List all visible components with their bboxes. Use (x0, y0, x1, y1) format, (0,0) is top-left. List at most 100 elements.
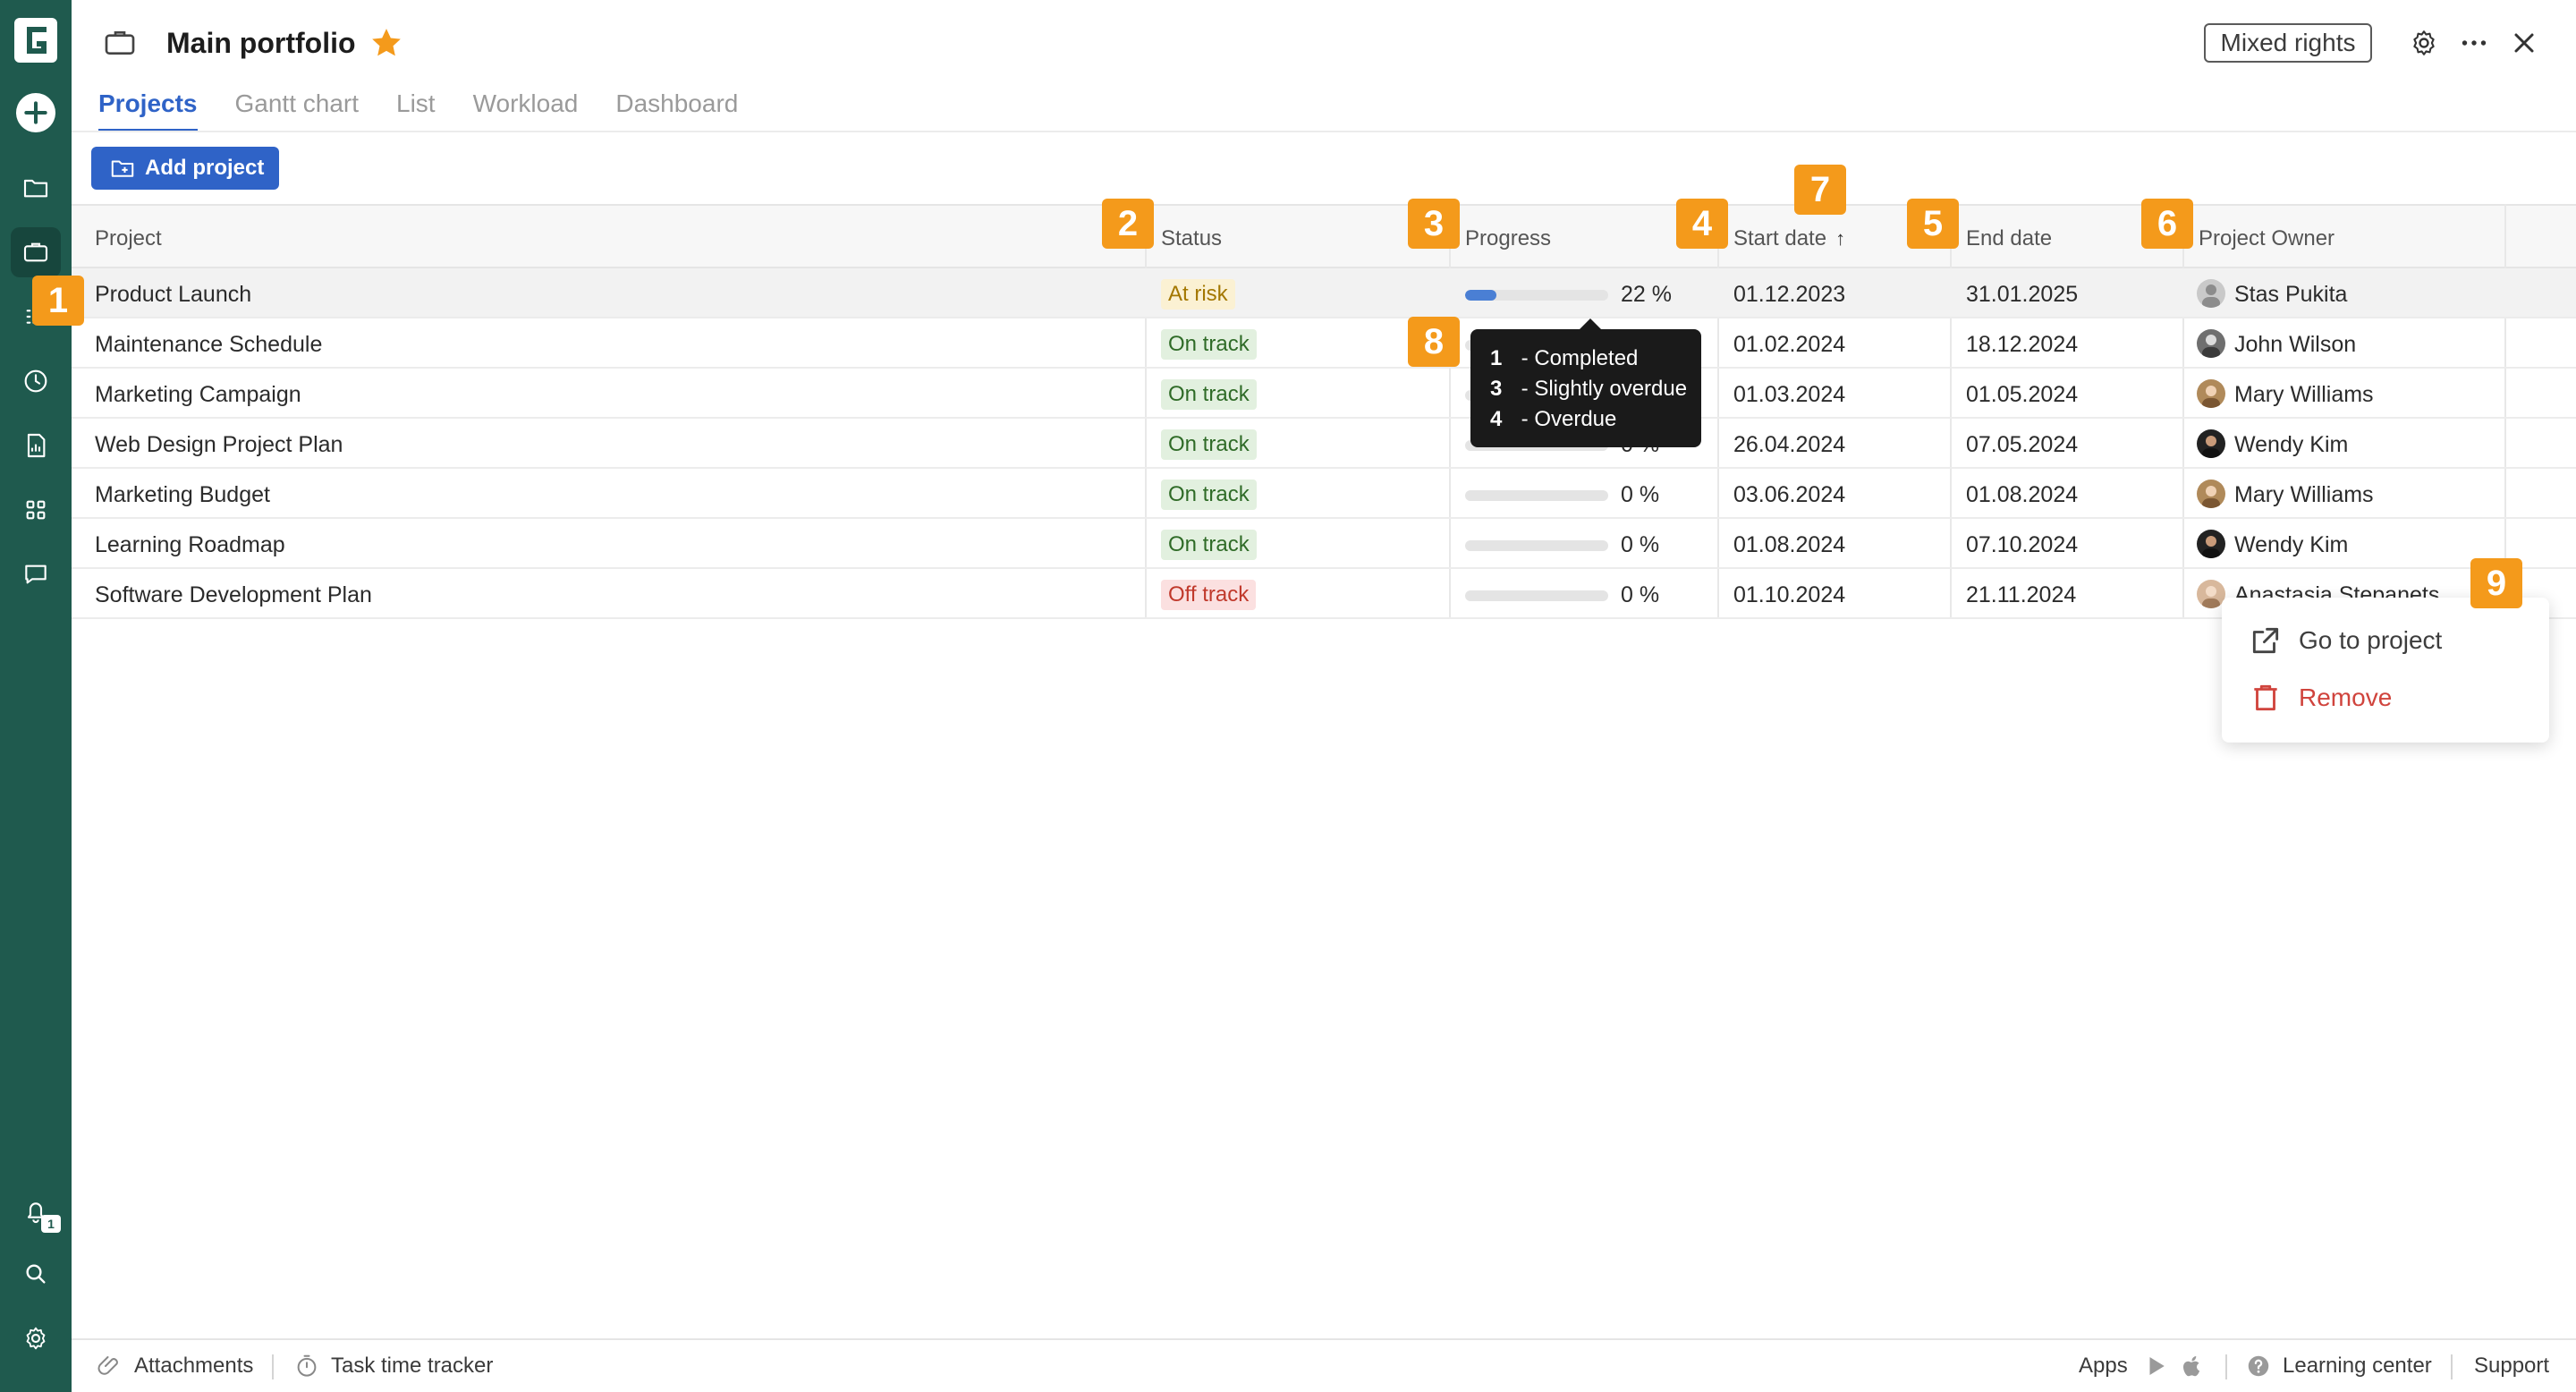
task-time-tracker-link[interactable]: Task time tracker (293, 1353, 493, 1379)
start-date[interactable]: 01.12.2023 (1733, 281, 1845, 308)
status-badge[interactable]: On track (1161, 379, 1257, 410)
nav-projects-folder[interactable] (18, 170, 54, 206)
tooltip-line: 3 - Slightly overdue (1490, 377, 1688, 401)
column-header-start-date[interactable]: Start date ↑ (1733, 225, 1845, 252)
status-badge[interactable]: On track (1161, 329, 1257, 360)
project-name[interactable]: Marketing Budget (95, 481, 270, 508)
progress-text: 0 % (1621, 482, 1660, 507)
time-tracker-label: Task time tracker (331, 1354, 494, 1378)
close-button[interactable] (2506, 25, 2542, 61)
grid-icon (26, 500, 46, 520)
column-header-status[interactable]: Status (1161, 225, 1222, 252)
status-badge[interactable]: Off track (1161, 580, 1257, 610)
start-date[interactable]: 26.04.2024 (1733, 431, 1845, 458)
nav-apps[interactable] (18, 492, 54, 528)
project-owner[interactable]: Mary Williams (2234, 481, 2374, 508)
project-name[interactable]: Marketing Campaign (95, 381, 301, 408)
callout-marker: 8 (1408, 317, 1460, 367)
sort-ascending-icon: ↑ (1835, 227, 1846, 250)
star-icon[interactable] (369, 25, 404, 61)
progress-text: 22 % (1621, 282, 1672, 307)
tab-gantt-chart[interactable]: Gantt chart (235, 86, 360, 132)
close-icon (2514, 33, 2534, 53)
help-icon (2248, 1355, 2269, 1377)
nav-settings[interactable] (18, 1320, 54, 1356)
start-date[interactable]: 01.08.2024 (1733, 531, 1845, 558)
project-owner[interactable]: Stas Pukita (2234, 281, 2347, 308)
table-row[interactable]: Marketing Budget On track 0 % 03.06.2024… (72, 469, 2576, 519)
end-date[interactable]: 18.12.2024 (1966, 331, 2078, 358)
project-owner[interactable]: Mary Williams (2234, 381, 2374, 408)
footer-bar: Attachments Task time tracker Apps Learn… (72, 1338, 2576, 1392)
end-date[interactable]: 31.01.2025 (1966, 281, 2078, 308)
folder-icon (23, 179, 48, 198)
project-name[interactable]: Product Launch (95, 281, 251, 308)
nav-search[interactable] (18, 1256, 54, 1292)
nav-portfolios[interactable] (18, 234, 54, 270)
attachments-link[interactable]: Attachments (97, 1353, 253, 1379)
end-date[interactable]: 07.05.2024 (1966, 431, 2078, 458)
table-row[interactable]: Marketing Campaign On track 01.03.2024 0… (72, 369, 2576, 419)
start-date[interactable]: 01.10.2024 (1733, 581, 1845, 608)
remove-label: Remove (2299, 683, 2393, 711)
column-header-project-owner[interactable]: Project Owner (2199, 225, 2334, 252)
nav-time[interactable] (18, 363, 54, 399)
table-header: Project Status Progress Start date ↑ End … (72, 204, 2576, 268)
nav-reports[interactable] (18, 428, 54, 463)
google-play-link[interactable] (2143, 1353, 2170, 1379)
table-row[interactable]: Product Launch At risk 22 % 01.12.2023 3… (72, 268, 2576, 318)
start-date[interactable]: 03.06.2024 (1733, 481, 1845, 508)
project-name[interactable]: Maintenance Schedule (95, 331, 322, 358)
go-to-project-menu-item[interactable]: Go to project (2249, 621, 2442, 660)
end-date[interactable]: 07.10.2024 (1966, 531, 2078, 558)
column-header-progress[interactable]: Progress (1465, 225, 1551, 252)
end-date[interactable]: 21.11.2024 (1966, 581, 2076, 608)
end-date[interactable]: 01.08.2024 (1966, 481, 2078, 508)
portfolio-settings-button[interactable] (2406, 25, 2442, 61)
progress-bar (1465, 290, 1608, 301)
project-owner[interactable]: Wendy Kim (2234, 431, 2348, 458)
search-icon (26, 1264, 46, 1284)
folder-plus-icon (111, 160, 134, 177)
table-row[interactable]: Software Development Plan Off track 0 % … (72, 569, 2576, 619)
tab-workload[interactable]: Workload (473, 86, 579, 132)
app-store-link[interactable] (2179, 1353, 2206, 1379)
project-name[interactable]: Software Development Plan (95, 581, 372, 608)
support-link[interactable]: Support (2474, 1353, 2549, 1379)
more-icon (2462, 40, 2487, 46)
project-owner[interactable]: John Wilson (2234, 331, 2356, 358)
create-button[interactable] (16, 93, 55, 132)
start-date[interactable]: 01.02.2024 (1733, 331, 1845, 358)
progress-text: 0 % (1621, 582, 1660, 607)
project-owner[interactable]: Wendy Kim (2234, 531, 2348, 558)
status-badge[interactable]: At risk (1161, 279, 1235, 310)
mixed-rights-button[interactable]: Mixed rights (2204, 23, 2372, 63)
footer-divider (2451, 1354, 2453, 1379)
column-header-project[interactable]: Project (95, 225, 162, 252)
status-badge[interactable]: On track (1161, 480, 1257, 510)
end-date[interactable]: 01.05.2024 (1966, 381, 2078, 408)
tab-list[interactable]: List (396, 86, 436, 132)
briefcase-icon (23, 242, 48, 262)
start-date[interactable]: 01.03.2024 (1733, 381, 1845, 408)
progress-tooltip: 1 - Completed 3 - Slightly overdue 4 - O… (1470, 318, 1701, 447)
logo-icon[interactable] (14, 18, 57, 63)
table-row[interactable]: Web Design Project Plan On track 0 % 26.… (72, 419, 2576, 469)
table-row[interactable]: Learning Roadmap On track 0 % 01.08.2024… (72, 519, 2576, 569)
add-project-button[interactable]: Add project (91, 147, 279, 190)
tab-projects[interactable]: Projects (98, 86, 198, 132)
project-name[interactable]: Web Design Project Plan (95, 431, 343, 458)
trash-icon (2254, 684, 2277, 711)
column-header-end-date[interactable]: End date (1966, 225, 2052, 252)
status-badge[interactable]: On track (1161, 530, 1257, 560)
nav-chat[interactable] (18, 556, 54, 592)
avatar (2197, 530, 2225, 558)
status-badge[interactable]: On track (1161, 429, 1257, 460)
table-row[interactable]: Maintenance Schedule On track 01.02.2024… (72, 318, 2576, 369)
more-options-button[interactable] (2456, 25, 2492, 61)
tab-dashboard[interactable]: Dashboard (615, 86, 738, 132)
project-name[interactable]: Learning Roadmap (95, 531, 285, 558)
remove-menu-item[interactable]: Remove (2249, 678, 2392, 717)
learning-center-link[interactable]: Learning center (2245, 1353, 2432, 1379)
callout-marker: 4 (1676, 199, 1728, 249)
